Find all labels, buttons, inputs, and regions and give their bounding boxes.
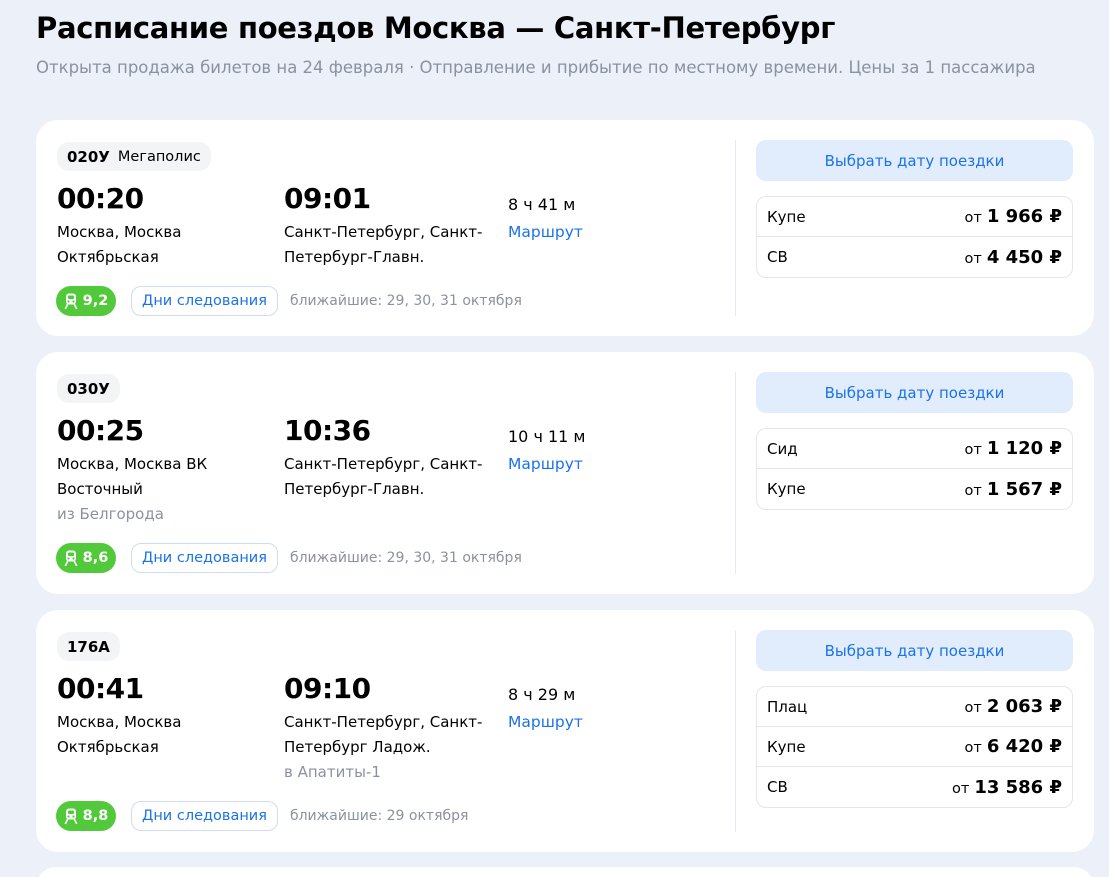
- price-row[interactable]: Купе от 6 420 ₽: [757, 727, 1072, 767]
- card-divider: [735, 140, 736, 316]
- price-row[interactable]: Плац от 2 063 ₽: [757, 687, 1072, 727]
- nearest-dates: ближайшие: 29, 30, 31 октября: [289, 293, 522, 309]
- car-class: Плац: [767, 697, 808, 716]
- car-class: Купе: [767, 207, 806, 226]
- rating-badge: 8,6: [56, 543, 116, 573]
- train-meta-row: 9,2 Дни следования ближайшие: 29, 30, 31…: [56, 286, 522, 316]
- departure-time: 00:25: [57, 414, 144, 447]
- days-of-travel-button[interactable]: Дни следования: [131, 543, 278, 573]
- select-date-button[interactable]: Выбрать дату поездки: [756, 630, 1073, 671]
- train-card: 020У Мегаполис 00:20 09:01 Москва, Москв…: [36, 120, 1094, 336]
- train-meta-row: 8,6 Дни следования ближайшие: 29, 30, 31…: [56, 543, 522, 573]
- train-meta-row: 8,8 Дни следования ближайшие: 29 октября: [56, 801, 468, 831]
- train-tag: 176А: [57, 632, 120, 661]
- nearest-dates: ближайшие: 29, 30, 31 октября: [289, 550, 522, 566]
- rating-value: 8,6: [82, 550, 109, 566]
- train-number: 176А: [67, 637, 110, 656]
- price-value: 13 586 ₽: [974, 776, 1062, 798]
- price-row[interactable]: Купе от 1 966 ₽: [757, 197, 1072, 237]
- departure-note: из Белгорода: [57, 505, 164, 523]
- price-from-label: от: [964, 442, 982, 458]
- select-date-button[interactable]: Выбрать дату поездки: [756, 372, 1073, 413]
- route-link[interactable]: Маршрут: [508, 220, 583, 245]
- rating-value: 9,2: [82, 293, 109, 309]
- train-tag: 030У: [57, 374, 120, 403]
- select-date-button[interactable]: Выбрать дату поездки: [756, 140, 1073, 181]
- arrival-station-block: Санкт-Петербург, Санкт-Петербург-Главн.: [284, 452, 484, 502]
- car-class: Купе: [767, 480, 806, 498]
- price-value: 4 450 ₽: [986, 246, 1062, 268]
- rating-value: 8,8: [82, 808, 109, 824]
- rating-badge: 8,8: [56, 801, 116, 831]
- price-from-label: от: [951, 780, 970, 797]
- price-value: 1 966 ₽: [986, 206, 1062, 227]
- departure-station-block: Москва, Москва Октябрьская: [57, 710, 282, 760]
- departure-station-block: Москва, Москва ВК Восточный из Белгорода: [57, 452, 217, 527]
- price-row[interactable]: СВ от 13 586 ₽: [757, 767, 1072, 807]
- price-value: 1 120 ₽: [986, 438, 1062, 459]
- days-of-travel-button[interactable]: Дни следования: [131, 286, 278, 316]
- arrival-station-block: Санкт-Петербург, Санкт-Петербург-Главн.: [284, 220, 484, 270]
- car-class: Сид: [767, 439, 798, 458]
- price-value: 1 567 ₽: [986, 478, 1062, 500]
- arrival-time: 09:10: [284, 672, 371, 705]
- arrival-note: в Апатиты-1: [284, 763, 381, 781]
- arrival-station: Санкт-Петербург, Санкт-Петербург-Главн.: [284, 223, 483, 266]
- train-card: 176А 00:41 09:10 Москва, Москва Октябрьс…: [36, 610, 1094, 852]
- nearest-dates: ближайшие: 29 октября: [289, 808, 469, 824]
- arrival-station: Санкт-Петербург, Санкт-Петербург Ладож.: [284, 713, 483, 756]
- train-card-partial: [36, 867, 1094, 877]
- trip-duration: 8 ч 29 м: [508, 685, 576, 704]
- departure-station-block: Москва, Москва Октябрьская: [57, 220, 282, 270]
- page-subtitle: Открыта продажа билетов на 24 февраля · …: [36, 58, 1036, 77]
- trip-duration: 10 ч 11 м: [508, 427, 586, 446]
- arrival-station: Санкт-Петербург, Санкт-Петербург-Главн.: [284, 455, 483, 498]
- price-list: Плац от 2 063 ₽ Купе от 6 420 ₽ СВ от 13 58…: [756, 686, 1073, 808]
- arrival-station-block: Санкт-Петербург, Санкт-Петербург Ладож. …: [284, 710, 484, 785]
- price-list: Сид от 1 120 ₽ Купе от 1 567 ₽: [756, 428, 1073, 510]
- price-list: Купе от 1 966 ₽ СВ от 4 450 ₽: [756, 196, 1073, 278]
- train-icon: [64, 550, 77, 566]
- departure-station: Москва, Москва ВК Восточный: [57, 455, 208, 498]
- arrival-time: 10:36: [284, 414, 371, 447]
- car-class: Купе: [767, 737, 806, 756]
- car-class: СВ: [767, 248, 788, 266]
- card-divider: [735, 630, 736, 832]
- car-class: СВ: [767, 778, 788, 796]
- price-from-label: от: [964, 482, 982, 499]
- train-icon: [64, 808, 77, 824]
- rating-badge: 9,2: [56, 286, 116, 316]
- price-value: 2 063 ₽: [986, 696, 1062, 717]
- route-link[interactable]: Маршрут: [508, 710, 583, 735]
- price-from-label: от: [964, 700, 982, 716]
- train-tag: 020У Мегаполис: [57, 142, 211, 171]
- train-name: Мегаполис: [117, 148, 201, 165]
- page-title: Расписание поездов Москва — Санкт-Петерб…: [36, 11, 836, 45]
- train-number: 030У: [67, 379, 110, 398]
- train-card: 030У 00:25 10:36 Москва, Москва ВК Восто…: [36, 352, 1094, 594]
- card-divider: [735, 372, 736, 574]
- price-row[interactable]: СВ от 4 450 ₽: [757, 237, 1072, 277]
- price-value: 6 420 ₽: [986, 736, 1062, 757]
- price-row[interactable]: Купе от 1 567 ₽: [757, 469, 1072, 509]
- price-from-label: от: [964, 250, 982, 267]
- departure-station: Москва, Москва Октябрьская: [57, 713, 182, 756]
- price-from-label: от: [964, 740, 982, 756]
- train-icon: [64, 293, 77, 309]
- days-of-travel-button[interactable]: Дни следования: [131, 801, 278, 831]
- departure-station: Москва, Москва Октябрьская: [57, 223, 182, 266]
- trip-duration: 8 ч 41 м: [508, 195, 576, 214]
- price-from-label: от: [964, 210, 982, 226]
- price-row[interactable]: Сид от 1 120 ₽: [757, 429, 1072, 469]
- arrival-time: 09:01: [284, 182, 371, 215]
- departure-time: 00:41: [57, 672, 144, 705]
- train-number: 020У: [67, 147, 110, 166]
- route-link[interactable]: Маршрут: [508, 452, 583, 477]
- departure-time: 00:20: [57, 182, 144, 215]
